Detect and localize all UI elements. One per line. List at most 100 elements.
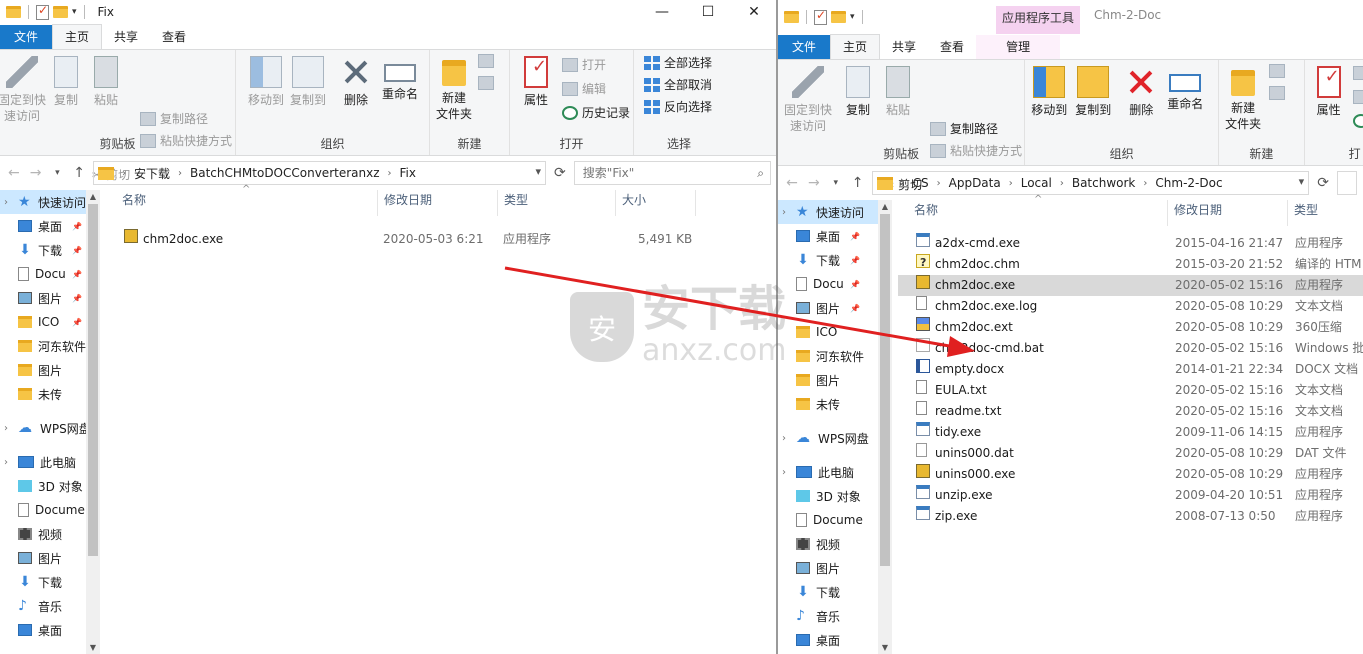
properties-button[interactable]: 属性 xyxy=(1311,66,1347,118)
pin-quick-access-button[interactable]: 固定到快 速访问 xyxy=(0,56,50,124)
expand-chevron-icon[interactable]: › xyxy=(782,433,790,444)
pin-quick-access-button[interactable]: 固定到快 速访问 xyxy=(780,66,836,134)
nav-item[interactable]: 河东软件 xyxy=(778,344,878,368)
nav-item[interactable]: Docu 📌 xyxy=(778,272,878,296)
properties-icon[interactable] xyxy=(814,8,827,25)
back-arrow-icon[interactable]: ← xyxy=(6,165,22,181)
forward-arrow-icon[interactable]: → xyxy=(28,165,44,181)
nav-item[interactable]: 图片 xyxy=(0,358,100,382)
properties-icon[interactable] xyxy=(36,3,49,20)
column-name[interactable]: 名称 xyxy=(116,190,378,216)
nav-item[interactable]: ⬇ 下载 📌 xyxy=(778,248,878,272)
nav-item[interactable]: › ☁ WPS网盘 xyxy=(778,426,878,450)
nav-item[interactable]: ICO 📌 xyxy=(0,310,100,334)
recent-dropdown-icon[interactable]: ▾ xyxy=(50,168,66,178)
file-row[interactable]: chm2doc.chm 2015-03-20 21:52 编译的 HTM xyxy=(898,252,1363,275)
paste-button[interactable]: 粘贴 xyxy=(880,66,916,118)
easy-access-dropdown[interactable] xyxy=(478,76,494,90)
file-row[interactable]: zip.exe 2008-07-13 0:50 应用程序 xyxy=(898,506,1363,527)
nav-item[interactable]: 视频 xyxy=(0,522,100,546)
select-all-button[interactable]: 全部选择 xyxy=(644,54,712,71)
new-folder-icon[interactable] xyxy=(53,6,68,18)
tab-home[interactable]: 主页 xyxy=(52,24,103,49)
chevron-right-icon[interactable]: › xyxy=(178,168,182,179)
file-row[interactable]: readme.txt 2020-05-02 15:16 文本文档 xyxy=(898,401,1363,422)
nav-item[interactable]: Docume xyxy=(0,498,100,522)
breadcrumb-item[interactable]: CS xyxy=(913,176,929,190)
forward-arrow-icon[interactable]: → xyxy=(806,175,822,191)
copy-button[interactable]: 复制 xyxy=(840,66,876,118)
address-dropdown-icon[interactable]: ▾ xyxy=(1299,175,1305,188)
file-row[interactable]: chm2doc.exe 2020-05-03 6:21 应用程序 5,491 KB xyxy=(106,229,777,250)
address-bar[interactable]: › 安下载 › BatchCHMtoDOCConverteranxz › Fix… xyxy=(93,161,547,185)
file-row[interactable]: chm2doc.ext 2020-05-08 10:29 360压缩 xyxy=(898,317,1363,338)
copy-path-button[interactable]: 复制路径 xyxy=(140,110,208,127)
breadcrumb-item[interactable]: Chm-2-Doc xyxy=(1155,176,1222,190)
breadcrumb-item[interactable]: Local xyxy=(1021,176,1052,190)
file-row[interactable]: chm2doc.exe.log 2020-05-08 10:29 文本文档 xyxy=(898,296,1363,317)
nav-item[interactable]: 图片 xyxy=(778,368,878,392)
address-dropdown-icon[interactable]: ▾ xyxy=(536,165,542,178)
breadcrumb-item[interactable]: BatchCHMtoDOCConverteranxz xyxy=(190,166,380,180)
back-arrow-icon[interactable]: ← xyxy=(784,175,800,191)
nav-item[interactable]: 图片 xyxy=(778,556,878,580)
chevron-right-icon[interactable]: › xyxy=(388,168,392,179)
delete-button[interactable]: 删除 xyxy=(1125,66,1157,118)
refresh-icon[interactable]: ⟳ xyxy=(552,165,568,181)
nav-item[interactable]: 视频 xyxy=(778,532,878,556)
tab-file[interactable]: 文件 xyxy=(0,25,53,49)
file-row[interactable]: chm2doc.exe 2020-05-02 15:16 应用程序 xyxy=(898,275,1363,296)
address-bar[interactable]: › CS › AppData › Local › Batchwork › Chm… xyxy=(871,171,1310,195)
scroll-up-icon[interactable]: ▲ xyxy=(878,202,892,211)
file-row[interactable]: unzip.exe 2009-04-20 10:51 应用程序 xyxy=(898,485,1363,506)
paste-button[interactable]: 粘贴 xyxy=(88,56,124,108)
open-button[interactable]: 打开 xyxy=(562,56,606,73)
edit-button[interactable] xyxy=(1352,90,1363,104)
maximize-button[interactable]: ☐ xyxy=(685,0,731,24)
chevron-right-icon[interactable]: › xyxy=(1009,178,1013,189)
breadcrumb-item[interactable]: 安下载 xyxy=(134,165,170,182)
nav-item[interactable]: 图片 xyxy=(0,546,100,570)
chevron-right-icon[interactable]: › xyxy=(1143,178,1147,189)
expand-chevron-icon[interactable]: › xyxy=(4,457,12,468)
tab-view[interactable]: 查看 xyxy=(928,35,976,59)
new-item-dropdown[interactable] xyxy=(1269,64,1286,78)
close-button[interactable]: ✕ xyxy=(731,0,777,24)
tab-home[interactable]: 主页 xyxy=(830,34,881,59)
nav-item[interactable]: 图片 📌 xyxy=(778,296,878,320)
delete-button[interactable]: 删除 xyxy=(340,56,372,108)
scroll-thumb[interactable] xyxy=(88,204,98,556)
new-folder-icon[interactable] xyxy=(831,11,846,23)
new-folder-button[interactable]: 新建 文件夹 xyxy=(434,56,474,122)
chevron-right-icon[interactable]: › xyxy=(1060,178,1064,189)
scroll-down-icon[interactable]: ▼ xyxy=(86,643,100,652)
nav-item[interactable]: › ☁ WPS网盘 xyxy=(0,416,100,440)
nav-item[interactable]: 桌面 xyxy=(0,618,100,642)
new-folder-button[interactable]: 新建 文件夹 xyxy=(1223,66,1263,132)
expand-chevron-icon[interactable]: › xyxy=(4,197,12,208)
column-name[interactable]: 名称 xyxy=(908,200,1168,226)
nav-item[interactable]: ♪ 音乐 xyxy=(778,604,878,628)
quick-access-dropdown-icon[interactable]: ▾ xyxy=(72,7,77,17)
new-item-dropdown[interactable] xyxy=(478,54,494,68)
copy-button[interactable]: 复制 xyxy=(48,56,84,108)
up-arrow-icon[interactable]: ↑ xyxy=(71,165,87,181)
file-row[interactable]: EULA.txt 2020-05-02 15:16 文本文档 xyxy=(898,380,1363,401)
chevron-right-icon[interactable]: › xyxy=(937,178,941,189)
column-type[interactable]: 类型 xyxy=(1288,200,1363,226)
column-type[interactable]: 类型 xyxy=(498,190,616,216)
nav-item[interactable]: 未传 xyxy=(778,392,878,416)
expand-chevron-icon[interactable]: › xyxy=(782,467,790,478)
nav-item[interactable]: ICO xyxy=(778,320,878,344)
tab-view[interactable]: 查看 xyxy=(150,25,198,49)
scroll-down-icon[interactable]: ▼ xyxy=(878,643,892,652)
copy-to-button[interactable]: 复制到 xyxy=(1073,66,1113,118)
nav-scrollbar[interactable]: ▲ ▼ xyxy=(878,200,892,654)
breadcrumb-item[interactable]: Fix xyxy=(400,166,416,180)
chevron-right-icon[interactable]: › xyxy=(901,178,905,189)
file-row[interactable]: a2dx-cmd.exe 2015-04-16 21:47 应用程序 xyxy=(898,233,1363,254)
column-size[interactable]: 大小 xyxy=(616,190,696,216)
breadcrumb-item[interactable]: AppData xyxy=(949,176,1001,190)
rename-button[interactable]: 重命名 xyxy=(1165,66,1205,112)
file-row[interactable]: empty.docx 2014-01-21 22:34 DOCX 文档 xyxy=(898,359,1363,380)
